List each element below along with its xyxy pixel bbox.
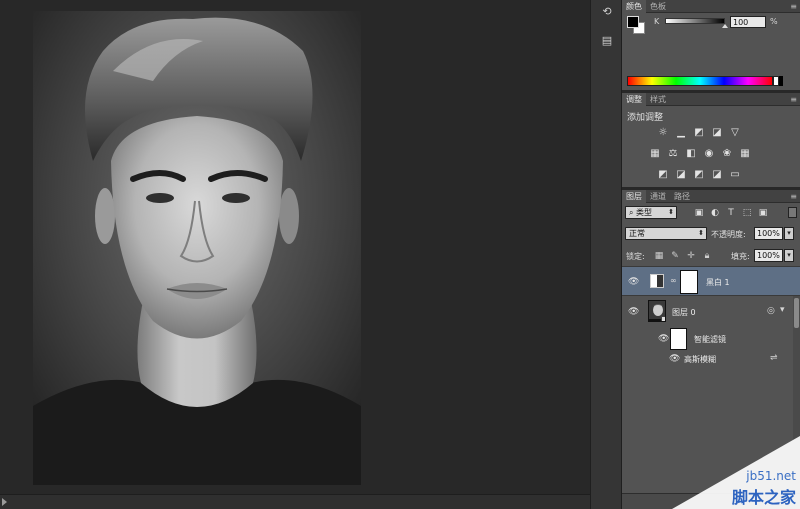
- opacity-input[interactable]: 100%: [754, 227, 783, 240]
- color-panel-tabbar: 颜色 色板 ≡: [622, 0, 800, 13]
- canvas-workspace[interactable]: [0, 0, 590, 509]
- filter-mask-thumbnail[interactable]: [670, 328, 687, 350]
- smart-object-filter-icon[interactable]: ▣: [758, 208, 768, 218]
- lock-all-icon[interactable]: 🔒︎: [702, 251, 712, 261]
- color-balance-icon[interactable]: ⚖: [667, 149, 679, 159]
- gradient-map-icon[interactable]: ▭: [729, 170, 741, 180]
- brightness-icon[interactable]: ☼: [657, 128, 669, 138]
- shape-filter-icon[interactable]: ⬚: [742, 208, 752, 218]
- link-icon[interactable]: ∞: [670, 276, 677, 285]
- black-swatch[interactable]: [779, 76, 783, 86]
- scroll-left-arrow-icon[interactable]: [2, 498, 7, 506]
- channel-mixer-icon[interactable]: ❀: [721, 149, 733, 159]
- eye-icon[interactable]: 👁︎: [628, 307, 639, 317]
- channel-value-input[interactable]: 100: [730, 16, 766, 28]
- filter-effect-name[interactable]: 高斯模糊: [684, 354, 716, 365]
- smart-filters-row[interactable]: 👁︎ 智能滤镜: [622, 327, 800, 351]
- right-panels: 颜色 色板 ≡ K 100 % 调整 样式 ≡ 添加调整 ☼ ▁ ◩ ◪ ▽ ▦ ⚖…: [622, 0, 800, 509]
- opacity-dropdown[interactable]: ▾: [784, 227, 794, 240]
- threshold-icon[interactable]: ◩: [693, 170, 705, 180]
- fill-dropdown[interactable]: ▾: [784, 249, 794, 262]
- adjustments-panel: 调整 样式 ≡ 添加调整 ☼ ▁ ◩ ◪ ▽ ▦ ⚖ ◧ ◉ ❀ ▦ ◩ ◪ ◩ …: [622, 93, 800, 187]
- layer-filter-select[interactable]: ⌕ 类型 ⬍: [625, 206, 677, 219]
- eye-icon[interactable]: 👁︎: [628, 277, 639, 287]
- filter-toggle[interactable]: [788, 207, 797, 218]
- opacity-label: 不透明度:: [711, 230, 746, 239]
- exposure-icon[interactable]: ◪: [711, 128, 723, 138]
- curves-icon[interactable]: ◩: [693, 128, 705, 138]
- adjustment-filter-icon[interactable]: ◐: [710, 208, 720, 218]
- layer-filter-value: 类型: [636, 208, 653, 217]
- blend-mode-select[interactable]: 正常 ⬍: [625, 227, 707, 240]
- tab-swatches[interactable]: 色板: [646, 0, 670, 13]
- chevron-down-icon[interactable]: ▾: [780, 305, 785, 315]
- watermark-name: 脚本之家: [731, 488, 796, 507]
- fill-input[interactable]: 100%: [754, 249, 783, 262]
- layers-scrollbar-thumb[interactable]: [794, 298, 799, 328]
- filter-options-icon[interactable]: ⇌: [770, 353, 778, 363]
- black-white-icon[interactable]: ◧: [685, 149, 697, 159]
- history-icon[interactable]: ⟲: [598, 4, 616, 20]
- properties-icon[interactable]: ▤: [598, 33, 616, 49]
- color-panel: 颜色 色板 ≡ K 100 %: [622, 0, 800, 90]
- tab-channels[interactable]: 通道: [646, 190, 670, 203]
- panel-menu-icon[interactable]: ≡: [790, 2, 797, 11]
- lock-transparent-icon[interactable]: ▦: [654, 251, 664, 261]
- tab-styles[interactable]: 样式: [646, 93, 670, 106]
- foreground-color-swatch[interactable]: [627, 16, 639, 28]
- add-adjustment-title: 添加调整: [627, 113, 664, 123]
- layer-thumbnail: [648, 300, 666, 322]
- tab-layers[interactable]: 图层: [622, 190, 646, 203]
- horizontal-scrollbar[interactable]: [0, 494, 590, 509]
- search-icon: ⌕: [629, 208, 637, 217]
- channel-label: K: [654, 17, 660, 26]
- channel-unit: %: [770, 17, 778, 26]
- panel-menu-icon[interactable]: ≡: [790, 192, 797, 201]
- blend-mode-value: 正常: [629, 229, 645, 238]
- channel-slider[interactable]: [665, 18, 725, 24]
- fill-label: 填充:: [731, 252, 750, 261]
- lock-position-icon[interactable]: ✛: [686, 251, 696, 261]
- canvas-image[interactable]: [33, 11, 361, 485]
- layers-panel-tabbar: 图层 通道 路径 ≡: [622, 190, 800, 203]
- layer-mask-thumbnail[interactable]: [680, 270, 698, 294]
- adjustments-panel-tabbar: 调整 样式 ≡: [622, 93, 800, 106]
- panel-dock-strip: ⟲ ▤: [590, 0, 622, 509]
- filter-effect-row[interactable]: 👁︎ 高斯模糊 ⇌: [622, 352, 800, 366]
- lock-image-icon[interactable]: ✎: [670, 251, 680, 261]
- chevron-down-icon: ⬍: [698, 229, 704, 237]
- lock-label: 锁定:: [626, 252, 645, 261]
- adjustment-layer-thumbnail: [650, 274, 664, 288]
- invert-icon[interactable]: ◩: [657, 170, 669, 180]
- pixel-filter-icon[interactable]: ▣: [694, 208, 704, 218]
- panel-menu-icon[interactable]: ≡: [790, 95, 797, 104]
- smart-filter-indicator-icon[interactable]: ◎: [767, 306, 775, 316]
- layer-name[interactable]: 黑白 1: [706, 277, 730, 288]
- eye-icon[interactable]: 👁︎: [669, 354, 680, 364]
- watermark-site: jb51.net: [746, 469, 796, 483]
- type-filter-icon[interactable]: T: [726, 208, 736, 218]
- posterize-icon[interactable]: ◪: [675, 170, 687, 180]
- photo-filter-icon[interactable]: ◉: [703, 149, 715, 159]
- eye-icon[interactable]: 👁︎: [658, 334, 669, 344]
- layer-row-black-white[interactable]: 👁︎ ∞ 黑白 1: [622, 266, 800, 296]
- portrait-image: [33, 11, 361, 485]
- channel-slider-thumb[interactable]: [722, 24, 728, 28]
- hue-saturation-icon[interactable]: ▦: [649, 149, 661, 159]
- levels-icon[interactable]: ▁: [675, 128, 687, 138]
- tab-adjustments[interactable]: 调整: [622, 93, 646, 106]
- tab-paths[interactable]: 路径: [670, 190, 694, 203]
- vibrance-icon[interactable]: ▽: [729, 128, 741, 138]
- layer-name[interactable]: 图层 0: [672, 307, 696, 318]
- color-spectrum-bar[interactable]: [627, 76, 773, 86]
- selective-color-icon[interactable]: ◪: [711, 170, 723, 180]
- tab-color[interactable]: 颜色: [622, 0, 646, 13]
- color-lookup-icon[interactable]: ▦: [739, 149, 751, 159]
- layer-row-layer-0[interactable]: 👁︎ 图层 0 ◎ ▾: [622, 297, 800, 327]
- smart-object-badge-icon: [661, 316, 665, 321]
- smart-filters-label: 智能滤镜: [694, 335, 726, 344]
- site-watermark: jb51.net 脚本之家: [672, 436, 800, 509]
- chevron-down-icon: ⬍: [668, 208, 674, 216]
